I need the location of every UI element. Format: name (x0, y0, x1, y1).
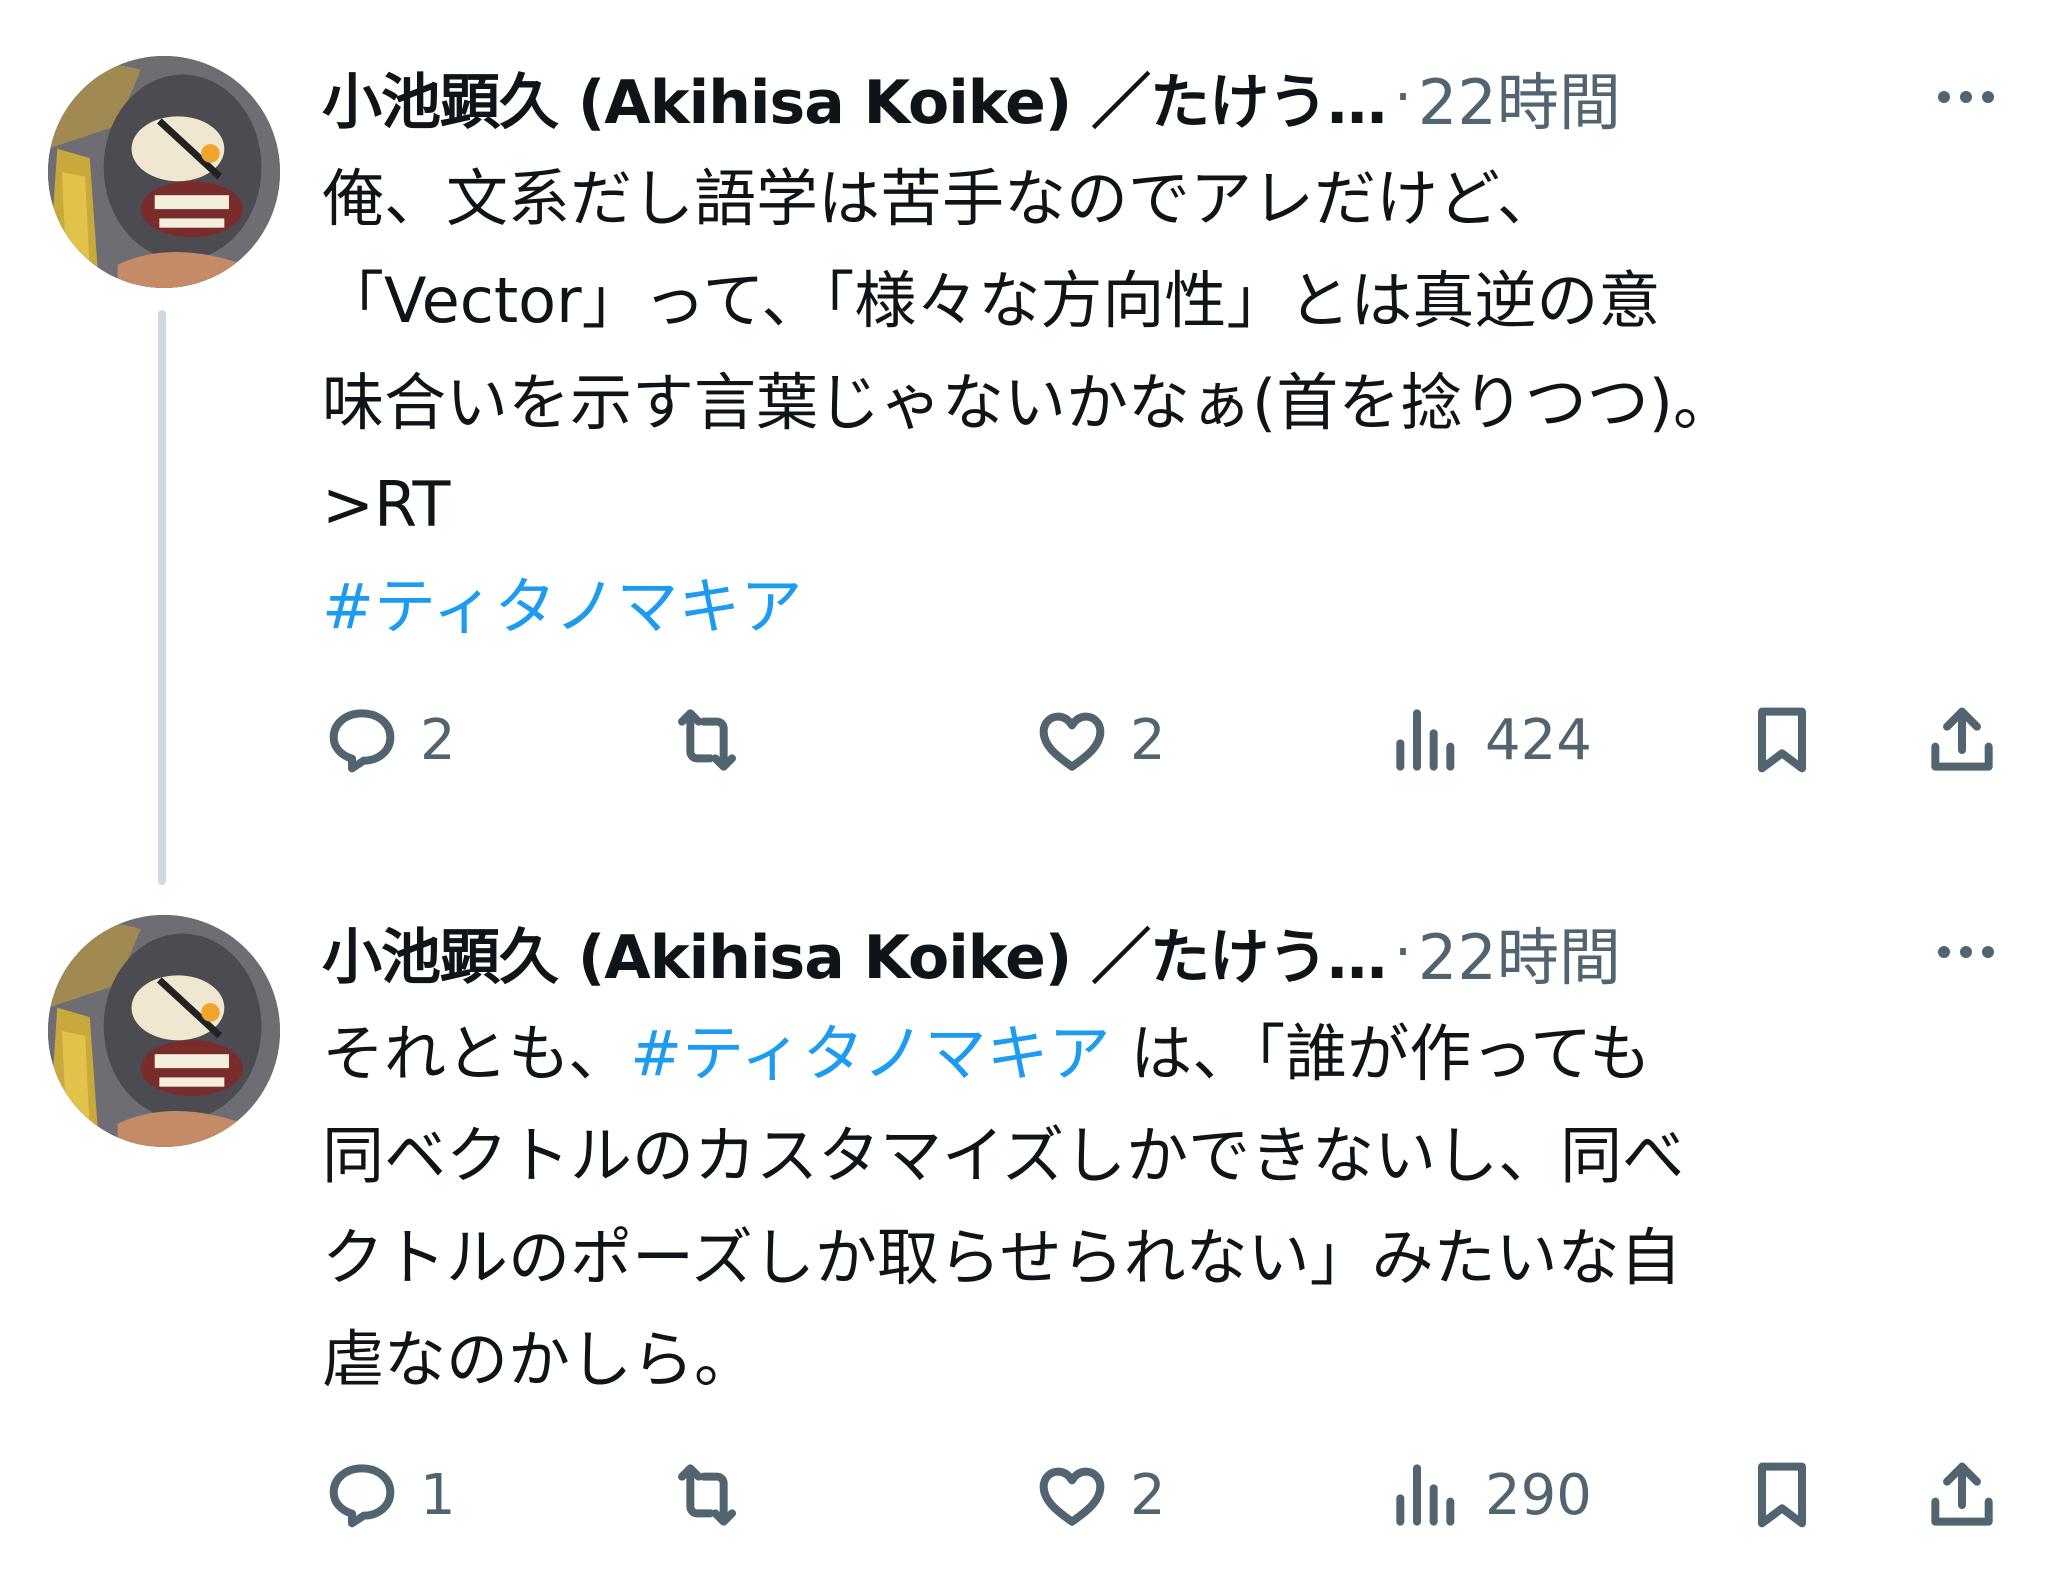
bookmark-icon (1758, 1462, 1806, 1528)
reply-count: 1 (420, 1462, 456, 1528)
text-line: 同ベクトルのカスタマイズしかできないし、同べ (322, 1119, 1685, 1192)
like-icon (1039, 1467, 1105, 1526)
reply-count: 2 (420, 707, 456, 773)
hashtag-link[interactable]: #ティタノマキア (630, 1017, 1110, 1090)
timestamp[interactable]: 22時間 (1418, 907, 1621, 997)
like-icon (1039, 712, 1105, 771)
share-icon (1931, 1462, 1993, 1526)
like-button[interactable]: 2 (1032, 690, 1166, 790)
reply-icon (329, 709, 395, 773)
hashtag-link[interactable]: #ティタノマキア (322, 556, 2022, 658)
repost-icon (678, 1464, 736, 1526)
like-button[interactable]: 2 (1032, 1445, 1166, 1545)
avatar[interactable] (48, 56, 280, 288)
text-line: 味合いを示す言葉じゃないかなぁ(首を捻りつつ)。 (322, 366, 1735, 439)
tweet-header: 小池顕久 (Akihisa Koike) ／たけう… · 22時間 (322, 907, 2022, 997)
text-line: クトルのポーズしか取らせられない」みたいな自 (322, 1221, 1682, 1294)
tweet-header: 小池顕久 (Akihisa Koike) ／たけう… · 22時間 (322, 52, 2022, 142)
tweet-text: それとも、#ティタノマキア は、「誰が作っても 同ベクトルのカスタマイズしかでき… (322, 1003, 2022, 1411)
view-count: 290 (1485, 1462, 1592, 1528)
thread-connector-line (158, 310, 166, 885)
text-line: >RT (322, 468, 451, 541)
repost-icon (678, 709, 736, 771)
share-button[interactable] (1922, 690, 2002, 790)
text-line: それとも、#ティタノマキア は、「誰が作っても (322, 1003, 2022, 1105)
text-line: 虐なのかしら。 (322, 1323, 757, 1396)
share-button[interactable] (1922, 1445, 2002, 1545)
action-bar: 2 2 424 (322, 690, 2012, 790)
like-count: 2 (1130, 1462, 1166, 1528)
repost-button[interactable] (667, 690, 765, 790)
text-line: 俺、文系だし語学は苦手なのでアレだけど、 (322, 162, 1559, 235)
views-icon (1396, 1464, 1455, 1526)
text-line: 「Vector」って、「様々な方向性」とは真逆の意 (322, 264, 1661, 337)
reply-icon (329, 1464, 395, 1528)
gorilla-avatar-icon (48, 56, 280, 288)
views-button[interactable]: 424 (1387, 690, 1592, 790)
text-segment: それとも、 (322, 1017, 631, 1090)
text-segment: は、「誰が作っても (1110, 1017, 1652, 1090)
bookmark-button[interactable] (1742, 690, 1822, 790)
gorilla-avatar-icon (48, 915, 280, 1147)
reply-button[interactable]: 2 (322, 690, 456, 790)
view-count: 424 (1485, 707, 1592, 773)
author-name[interactable]: 小池顕久 (Akihisa Koike) ／たけう… (322, 54, 1387, 141)
more-icon[interactable] (1938, 907, 1994, 997)
bookmark-button[interactable] (1742, 1445, 1822, 1545)
author-name[interactable]: 小池顕久 (Akihisa Koike) ／たけう… (322, 909, 1387, 996)
tweet-text: 俺、文系だし語学は苦手なのでアレだけど、 「Vector」って、「様々な方向性」… (322, 148, 2022, 658)
more-icon[interactable] (1938, 52, 1994, 142)
timestamp[interactable]: 22時間 (1418, 52, 1621, 142)
repost-button[interactable] (667, 1445, 765, 1545)
bookmark-icon (1758, 707, 1806, 773)
share-icon (1931, 707, 1993, 771)
reply-button[interactable]: 1 (322, 1445, 456, 1545)
separator-dot: · (1394, 919, 1412, 985)
avatar[interactable] (48, 915, 280, 1147)
views-button[interactable]: 290 (1387, 1445, 1592, 1545)
like-count: 2 (1130, 707, 1166, 773)
separator-dot: · (1394, 64, 1412, 130)
action-bar: 1 2 290 (322, 1445, 2012, 1545)
views-icon (1396, 709, 1455, 771)
